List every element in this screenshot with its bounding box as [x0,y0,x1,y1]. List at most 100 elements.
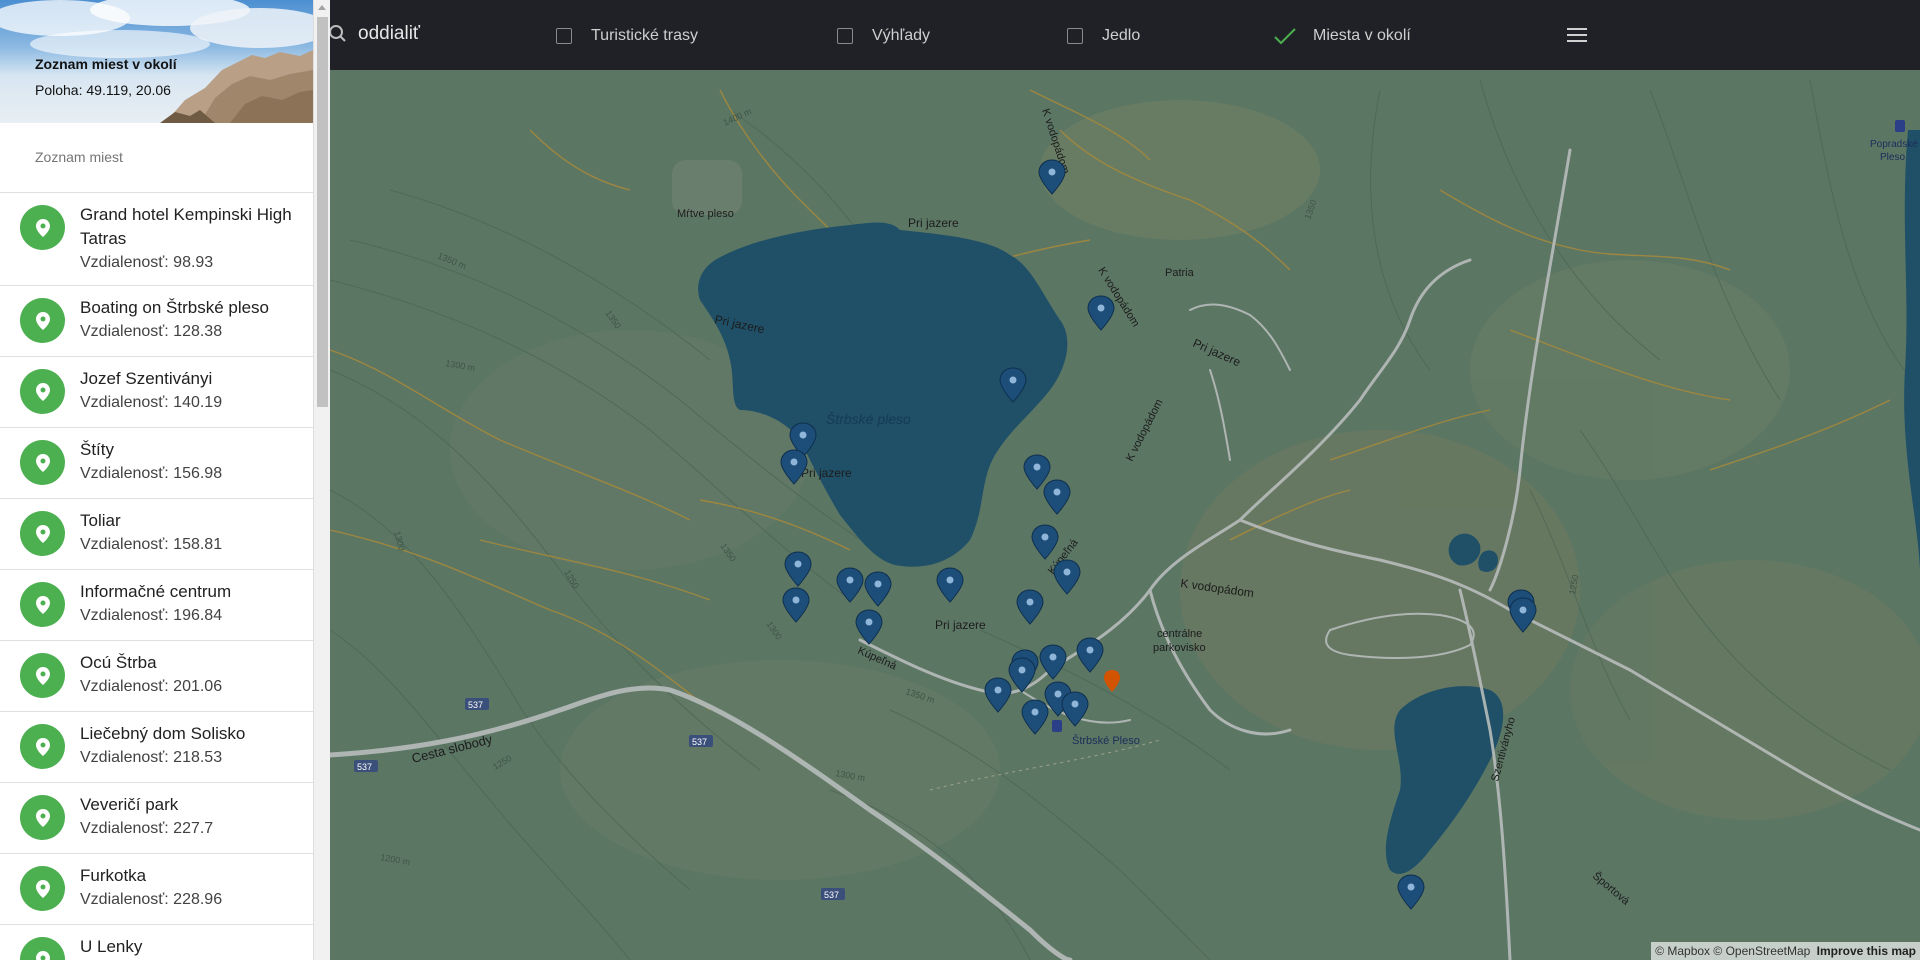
scrollbar-thumb[interactable] [317,17,328,407]
filter-nearby-places[interactable]: Miesta v okolí [1272,26,1411,46]
place-label: Patria [1165,267,1195,279]
sidebar-scrollbar[interactable] [313,0,331,960]
map-marker-icon[interactable] [1016,589,1044,625]
map-marker-icon[interactable] [1031,524,1059,560]
scroll-up-arrow-icon[interactable] [318,5,326,10]
map-marker-icon[interactable] [1023,454,1051,490]
map-attribution: © Mapbox © OpenStreetMap Improve this ma… [1651,942,1920,960]
terrain-shading [450,100,1920,880]
current-position: Poloha: 49.119, 20.06 [35,82,171,98]
contour-label: 1350 m [436,251,468,272]
location-pin-icon [35,311,50,330]
route-number: 537 [357,762,372,772]
map-marker-icon[interactable] [1053,559,1081,595]
location-pin-icon [35,808,50,827]
location-pin-icon [35,453,50,472]
map-marker-icon[interactable] [1061,691,1089,727]
zoom-out-button[interactable]: oddialiť [358,23,420,45]
place-avatar [20,440,65,485]
filter-label: Turistické trasy [591,27,698,44]
place-avatar [20,866,65,911]
menu-icon[interactable] [1566,26,1588,44]
street-label: Pri jazere [935,618,986,632]
search-icon[interactable] [330,24,350,44]
location-pin-icon [35,382,50,401]
map-view[interactable]: Štrbské pleso Mŕtve pleso Patria Pri jaz… [330,70,1920,960]
map-marker-icon[interactable] [836,567,864,603]
map-marker-icon[interactable] [1043,479,1071,515]
filter-label: Výhľady [872,27,931,44]
place-distance: Vzdialenosť: 227.7 [80,820,214,837]
place-name: Veveričí park [80,795,179,814]
list-item[interactable]: Informačné centrum Vzdialenosť: 196.84 [0,570,313,641]
list-item[interactable]: Furkotka Vzdialenosť: 228.96 [0,854,313,925]
current-location-marker-icon [1104,670,1120,692]
place-name: Liečebný dom Solisko [80,724,246,743]
place-distance: Vzdialenosť: 201.06 [80,678,223,695]
map-marker-icon[interactable] [1021,699,1049,735]
list-item[interactable]: Ocú Štrba Vzdialenosť: 201.06 [0,641,313,712]
list-item[interactable]: Toliar Vzdialenosť: 158.81 [0,499,313,570]
mapbox-attribution-link[interactable]: © Mapbox [1655,944,1710,958]
filter-food[interactable]: Jedlo [1067,26,1140,46]
place-label: Pleso [1880,152,1905,163]
contour-label: 1350 [603,308,623,330]
sidebar-title: Zoznam miest v okolí [35,56,177,72]
map-marker-icon[interactable] [1076,637,1104,673]
list-item[interactable]: Grand hotel Kempinski High Tatras Vzdial… [0,193,313,286]
location-pin-icon [35,666,50,685]
place-avatar [20,653,65,698]
place-name: Jozef Szentiványi [80,369,213,388]
filter-hiking-trails[interactable]: Turistické trasy [556,26,698,46]
list-item[interactable]: Jozef Szentiványi Vzdialenosť: 140.19 [0,357,313,428]
improve-map-link[interactable]: Improve this map [1817,944,1916,958]
filter-viewpoints[interactable]: Výhľady [837,26,930,46]
place-distance: Vzdialenosť: 228.96 [80,891,223,908]
list-item[interactable]: Veveričí park Vzdialenosť: 227.7 [0,783,313,854]
checkbox[interactable] [1067,28,1083,44]
street-label: Cesta slobody [410,731,494,766]
place-avatar [20,298,65,343]
list-item[interactable]: Liečebný dom Solisko Vzdialenosť: 218.53 [0,712,313,783]
sidebar-header: Zoznam miest v okolí Poloha: 49.119, 20.… [0,0,313,123]
top-toolbar: oddialiť Turistické trasy Výhľady Jedlo … [330,0,1920,70]
map-marker-icon[interactable] [1008,657,1036,693]
map-marker-icon[interactable] [936,567,964,603]
map-marker-icon[interactable] [1397,874,1425,910]
map-marker-icon[interactable] [864,571,892,607]
list-item[interactable]: U Lenky [0,925,313,960]
route-number: 537 [824,890,839,900]
street-label: Pri jazere [1191,336,1243,370]
map-marker-icon[interactable] [1087,295,1115,331]
route-number: 537 [692,737,707,747]
map-marker-icon[interactable] [784,551,812,587]
map-canvas[interactable]: Štrbské pleso Mŕtve pleso Patria Pri jaz… [330,70,1920,960]
mrtve-pleso-area [672,160,742,215]
location-pin-icon [35,595,50,614]
street-label: Pri jazere [908,216,959,230]
contour-label: 1400 m [722,106,753,128]
checkbox[interactable] [556,28,572,44]
place-avatar [20,369,65,414]
checkmark-icon[interactable] [1272,26,1298,46]
street-label: Pri jazere [801,466,852,480]
map-marker-icon[interactable] [782,587,810,623]
list-item[interactable]: Štíty Vzdialenosť: 156.98 [0,428,313,499]
list-item[interactable]: Boating on Štrbské pleso Vzdialenosť: 12… [0,286,313,357]
place-avatar [20,937,65,960]
place-distance: Vzdialenosť: 98.93 [80,254,214,271]
map-marker-icon[interactable] [984,677,1012,713]
place-avatar [20,795,65,840]
list-subheader: Zoznam miest [35,149,123,165]
place-name: Furkotka [80,866,147,885]
location-pin-icon [35,524,50,543]
checkbox[interactable] [837,28,853,44]
contour-label: 1350 [1302,198,1318,220]
place-name: Boating on Štrbské pleso [80,298,270,317]
place-name: Toliar [80,511,121,530]
sidebar: Zoznam miest v okolí Poloha: 49.119, 20.… [0,0,313,960]
places-list: Grand hotel Kempinski High Tatras Vzdial… [0,192,313,960]
filter-label: Jedlo [1102,27,1141,44]
osm-attribution-link[interactable]: © OpenStreetMap [1713,944,1810,958]
lake-label: Štrbské pleso [826,411,911,427]
